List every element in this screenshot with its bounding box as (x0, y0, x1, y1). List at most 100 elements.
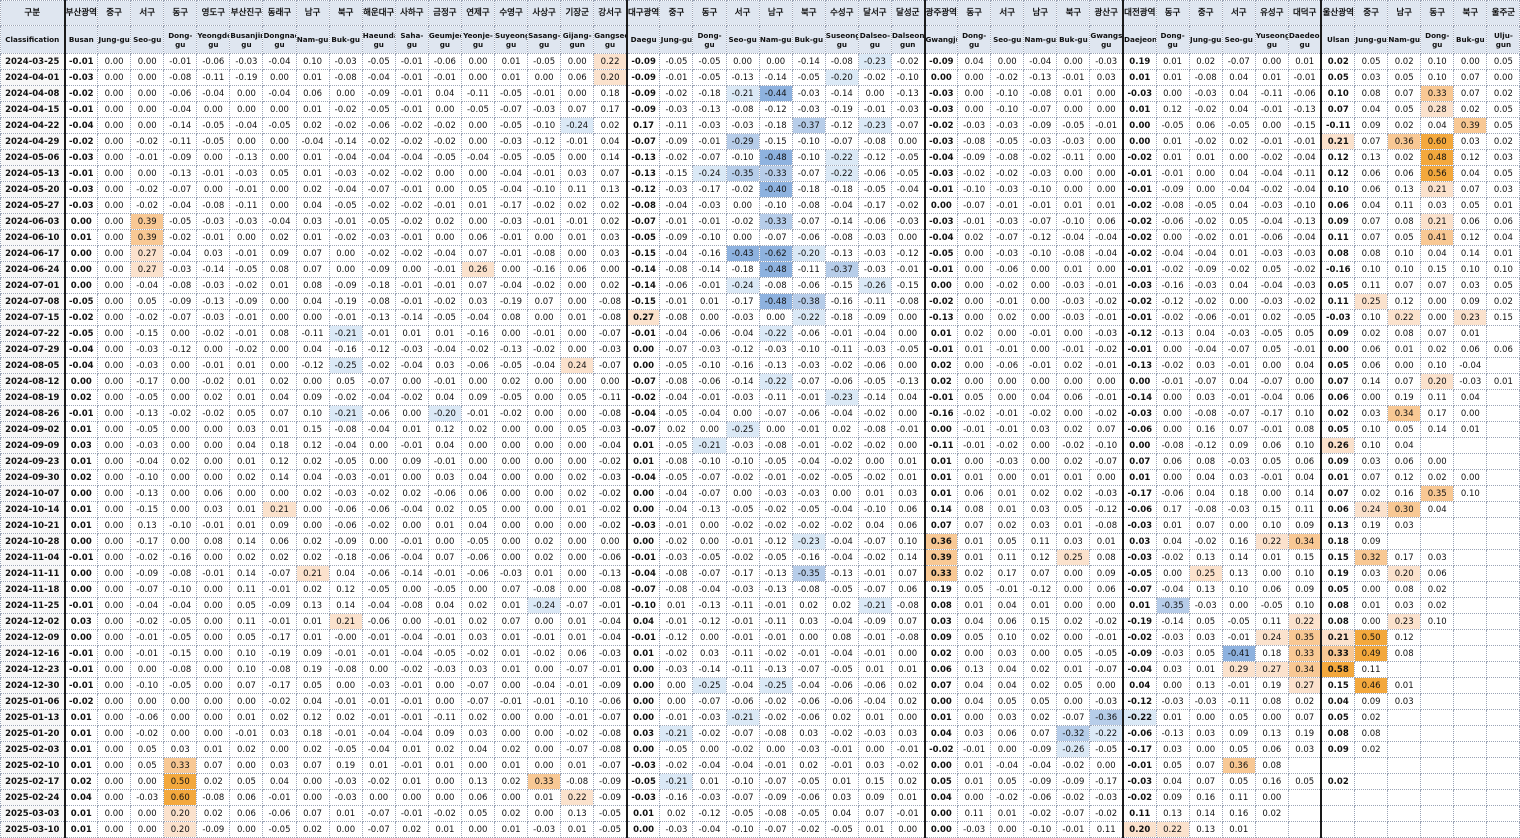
column-header-ko: 강서구 (593, 0, 628, 26)
data-cell: 0.04 (229, 437, 264, 454)
data-cell: -0.06 (1023, 789, 1058, 806)
data-cell: -0.02 (1121, 229, 1157, 246)
data-cell: -0.08 (163, 565, 198, 582)
data-cell: 0.01 (494, 757, 529, 774)
data-cell: -0.03 (1221, 453, 1256, 470)
data-cell: 0.18 (262, 437, 297, 454)
column-header-ko: 서구 (130, 0, 165, 26)
data-cell: 0.03 (196, 501, 231, 518)
data-cell: -0.10 (625, 597, 661, 614)
data-cell: 0.00 (494, 677, 529, 694)
data-cell: -0.06 (857, 165, 892, 182)
data-cell: -0.06 (824, 693, 859, 710)
data-cell: -0.16 (725, 357, 760, 374)
row-date: 2025-01-06 (0, 693, 65, 710)
data-cell: -0.05 (494, 357, 529, 374)
data-cell (1354, 789, 1389, 806)
data-cell: -0.07 (1089, 453, 1124, 470)
data-cell: -0.13 (494, 341, 529, 358)
data-cell: -0.01 (394, 757, 429, 774)
data-cell: -0.04 (824, 533, 859, 550)
row-date: 2024-08-12 (0, 373, 65, 390)
data-cell: -0.03 (130, 341, 165, 358)
data-cell: -0.08 (758, 805, 793, 822)
column-header-ko: 동구 (163, 0, 198, 26)
data-cell: -0.08 (527, 581, 562, 598)
data-cell: -0.05 (758, 453, 793, 470)
table-row: 2024-11-25 -0.01 0.00 -0.04 -0.04 0.00 0.05 -0.… (0, 597, 1520, 614)
column-header-en: Jung-gu (1188, 25, 1223, 54)
data-cell: -0.06 (460, 357, 496, 374)
data-cell: 0.00 (427, 101, 462, 118)
data-cell: -0.02 (262, 693, 297, 710)
data-cell: 0.07 (1023, 565, 1058, 582)
data-cell: 0.33 (1420, 85, 1455, 102)
data-cell (1453, 773, 1488, 790)
data-cell: 0.00 (625, 693, 661, 710)
data-cell: -0.06 (791, 709, 826, 726)
data-cell (1420, 437, 1455, 454)
data-cell: -0.05 (361, 101, 396, 118)
data-cell: 0.04 (1221, 277, 1256, 294)
data-cell: 0.00 (1155, 85, 1190, 102)
data-cell: -0.08 (725, 101, 760, 118)
data-cell: 0.00 (63, 261, 99, 278)
data-cell: -0.01 (593, 597, 628, 614)
data-cell: 0.00 (957, 645, 992, 662)
data-cell: 0.00 (63, 485, 99, 502)
data-cell: 0.06 (460, 485, 496, 502)
data-cell: -0.10 (890, 69, 926, 86)
data-cell: -0.19 (824, 101, 859, 118)
data-cell: 0.03 (1453, 133, 1488, 150)
data-cell: -0.07 (1221, 53, 1256, 70)
data-cell: -0.14 (725, 373, 760, 390)
data-cell: 0.00 (229, 821, 264, 838)
data-cell (1354, 805, 1389, 822)
data-cell: 0.05 (1254, 341, 1289, 358)
data-cell: -0.02 (758, 645, 793, 662)
data-cell: 0.03 (1188, 725, 1223, 742)
data-cell: -0.09 (163, 149, 198, 166)
data-cell: 0.00 (394, 517, 429, 534)
data-cell: -0.07 (857, 581, 892, 598)
data-cell: 0.07 (560, 101, 595, 118)
data-cell: -0.05 (791, 501, 826, 518)
data-cell: 0.08 (1287, 421, 1322, 438)
data-cell: -0.01 (625, 629, 661, 646)
data-cell: -0.02 (923, 293, 959, 310)
data-cell: -0.06 (791, 693, 826, 710)
data-cell: 0.00 (97, 213, 132, 230)
data-cell: -0.02 (1188, 213, 1223, 230)
data-cell: -0.01 (1121, 309, 1157, 326)
data-cell: -0.02 (725, 213, 760, 230)
data-cell: 0.00 (1089, 181, 1124, 198)
data-cell: -0.10 (692, 229, 727, 246)
data-cell: 0.02 (1023, 629, 1058, 646)
data-cell: -0.02 (890, 757, 926, 774)
data-cell: 0.00 (1254, 117, 1289, 134)
row-date: 2025-02-24 (0, 789, 65, 806)
data-cell: -0.10 (857, 501, 892, 518)
data-cell: -0.12 (725, 341, 760, 358)
data-cell: -0.10 (163, 581, 198, 598)
data-cell: -0.04 (1254, 277, 1289, 294)
column-header-ko: 수성구 (824, 0, 859, 26)
data-cell: 0.07 (1420, 277, 1455, 294)
data-cell: -0.05 (494, 117, 529, 134)
data-cell: 0.00 (1254, 357, 1289, 374)
data-cell: -0.02 (659, 533, 694, 550)
data-cell: 0.05 (560, 421, 595, 438)
data-cell: -0.02 (857, 69, 892, 86)
data-cell: 0.00 (460, 53, 496, 70)
data-cell: 0.07 (1453, 85, 1488, 102)
data-cell: 0.00 (460, 133, 496, 150)
data-cell: 0.04 (328, 565, 363, 582)
data-cell: -0.02 (824, 357, 859, 374)
data-cell: 0.03 (460, 293, 496, 310)
data-cell: -0.11 (163, 133, 198, 150)
data-cell: 0.00 (460, 821, 496, 838)
data-cell: 0.01 (1023, 597, 1058, 614)
row-date: 2024-06-03 (0, 213, 65, 230)
data-cell: 0.02 (1486, 293, 1520, 310)
data-cell: -0.01 (63, 165, 99, 182)
